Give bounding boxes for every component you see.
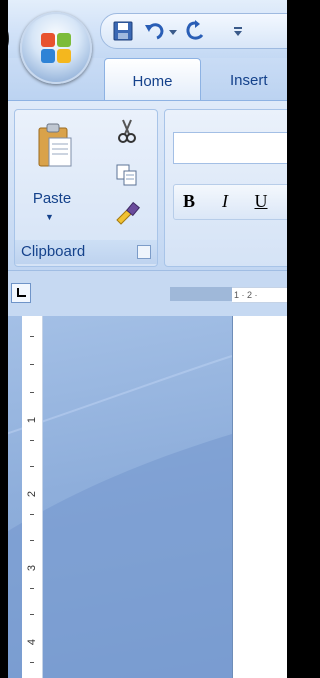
tab-home[interactable]: Home xyxy=(104,58,201,100)
vertical-ruler[interactable]: 1 2 3 4 xyxy=(22,316,43,678)
ribbon: Paste ▼ Clipboard B I U xyxy=(0,100,287,271)
ruler-number: 1 xyxy=(26,416,38,424)
font-group: B I U xyxy=(164,109,287,267)
paste-label: Paste xyxy=(32,190,72,207)
bold-button[interactable]: B xyxy=(175,186,203,216)
ruler-tick xyxy=(30,364,34,365)
underline-button[interactable]: U xyxy=(247,186,275,216)
document-page[interactable] xyxy=(232,316,287,678)
ruler-tick xyxy=(30,392,34,393)
ruler-tick xyxy=(30,466,34,467)
ruler-tick xyxy=(30,662,34,663)
undo-icon[interactable] xyxy=(143,19,167,43)
ruler-tick xyxy=(30,440,34,441)
tab-insert[interactable]: Insert xyxy=(230,58,268,104)
document-workspace: 1 2 3 4 xyxy=(0,316,287,678)
office-logo-icon xyxy=(41,33,71,63)
screen-edge: ) xyxy=(0,0,11,678)
quick-access-toolbar xyxy=(100,13,287,49)
dialog-launcher-icon[interactable] xyxy=(137,245,151,259)
undo-dropdown-icon[interactable] xyxy=(167,19,179,43)
ruler-tick xyxy=(30,336,34,337)
horizontal-ruler[interactable]: 1 · 2 · xyxy=(232,287,287,303)
office-button[interactable] xyxy=(20,12,92,84)
paste-icon xyxy=(38,123,72,167)
horizontal-ruler-numbers: 1 · 2 · xyxy=(234,290,258,300)
ruler-number: 3 xyxy=(26,564,38,572)
ruler-tick xyxy=(30,614,34,615)
horizontal-ruler-margin xyxy=(170,287,232,301)
paste-dropdown-icon[interactable]: ▼ xyxy=(45,212,54,222)
clipboard-group-footer: Clipboard xyxy=(15,240,157,264)
clipboard-group: Paste ▼ Clipboard xyxy=(14,109,158,267)
font-name-input[interactable] xyxy=(173,132,287,164)
italic-button[interactable]: I xyxy=(211,186,239,216)
tab-selector-button[interactable] xyxy=(11,283,31,303)
ruler-tick xyxy=(30,514,34,515)
cut-icon[interactable] xyxy=(115,118,139,144)
word-window: ) Home Insert Paste ▼ xyxy=(0,0,287,678)
clipboard-group-label: Clipboard xyxy=(21,243,86,260)
paste-button[interactable]: Paste ▼ xyxy=(21,116,83,226)
left-tab-stop-icon xyxy=(17,288,26,297)
ruler-tick xyxy=(30,588,34,589)
ruler-number: 2 xyxy=(26,490,38,498)
ruler-number: 4 xyxy=(26,638,38,646)
save-icon[interactable] xyxy=(111,19,135,43)
copy-icon[interactable] xyxy=(115,162,139,188)
format-painter-icon[interactable] xyxy=(113,200,141,226)
redo-icon[interactable] xyxy=(183,19,207,43)
ruler-row: 1 · 2 · xyxy=(0,270,287,317)
title-bar-fragment: ) xyxy=(0,14,11,59)
ruler-tick xyxy=(30,540,34,541)
customize-toolbar-icon[interactable] xyxy=(231,19,245,43)
